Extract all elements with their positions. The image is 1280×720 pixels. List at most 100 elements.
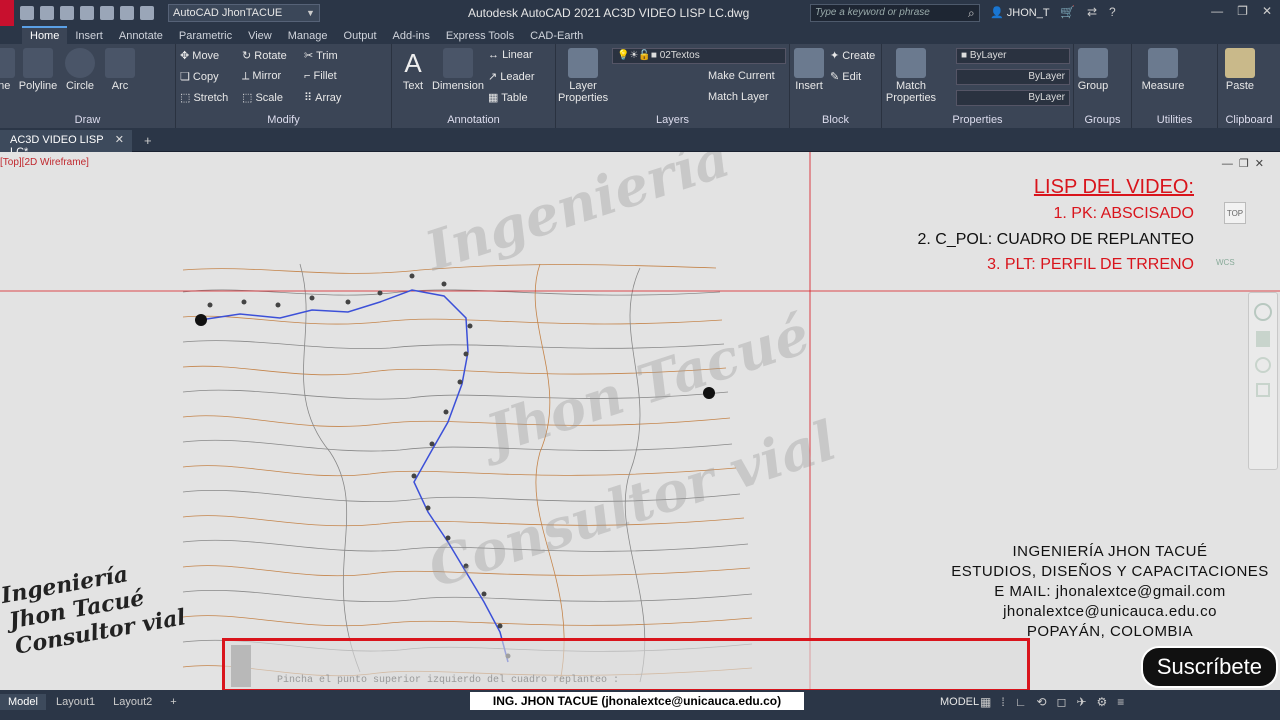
command-line-grip[interactable] [231, 645, 251, 687]
tab-output[interactable]: Output [336, 28, 385, 44]
user-account[interactable]: 👤 JHON_T [990, 6, 1050, 19]
create-block-button[interactable]: ✦ Create [830, 49, 875, 62]
insert-block-button[interactable]: Insert [792, 48, 826, 92]
print-icon[interactable] [100, 6, 114, 20]
tab-layout1[interactable]: Layout1 [48, 694, 103, 710]
workspace-dropdown[interactable]: AutoCAD JhonTACUE [168, 4, 320, 22]
tab-annotate[interactable]: Annotate [111, 28, 171, 44]
osnap-icon[interactable]: ◻ [1057, 695, 1067, 709]
tab-parametric[interactable]: Parametric [171, 28, 240, 44]
command-line[interactable]: Pincha el punto superior izquierdo del c… [222, 638, 1030, 690]
match-properties-button[interactable]: Match Properties [884, 48, 938, 104]
close-tab-icon[interactable]: ✕ [115, 133, 124, 146]
viewport-label[interactable]: [Top][2D Wireframe] [0, 157, 89, 168]
paste-button[interactable]: Paste [1222, 48, 1258, 92]
circle-button[interactable]: Circle [62, 48, 98, 92]
tab-insert[interactable]: Insert [67, 28, 111, 44]
copy-button[interactable]: ❏ Copy [180, 70, 219, 83]
mirror-button[interactable]: ⟂ Mirror [242, 70, 281, 83]
tab-manage[interactable]: Manage [280, 28, 336, 44]
table-button[interactable]: ▦ Table [488, 91, 528, 104]
command-prompt[interactable]: Pincha el punto superior izquierdo del c… [277, 675, 619, 686]
save-as-icon[interactable] [80, 6, 94, 20]
undo-icon[interactable] [120, 6, 134, 20]
layers-panel-label[interactable]: Layers [556, 114, 789, 126]
group-button[interactable]: Group [1076, 48, 1110, 92]
fillet-button[interactable]: ⌐ Fillet [304, 70, 337, 82]
new-tab-icon[interactable]: + [144, 133, 152, 148]
restore-icon[interactable]: ❐ [1237, 4, 1248, 18]
polyline-button[interactable]: Polyline [18, 48, 58, 92]
stretch-button[interactable]: ⬚ Stretch [180, 91, 228, 104]
snap-icon[interactable]: ⁞ [1001, 695, 1004, 709]
tab-express-tools[interactable]: Express Tools [438, 28, 522, 44]
modify-panel-label[interactable]: Modify [176, 114, 391, 126]
open-file-icon[interactable] [40, 6, 54, 20]
array-button[interactable]: ⠿ Array [304, 91, 341, 104]
block-panel-label[interactable]: Block [790, 114, 881, 126]
tab-layout2[interactable]: Layout2 [105, 694, 160, 710]
move-button[interactable]: ✥ Move [180, 49, 219, 62]
layer-stack-icon [568, 48, 598, 78]
viewport-controls[interactable]: —❐✕ [1222, 157, 1270, 170]
minimize-icon[interactable]: — [1211, 4, 1223, 18]
doc-tab-current[interactable]: AC3D VIDEO LISP LC*✕ [0, 130, 132, 158]
draw-panel-label[interactable]: Draw [0, 114, 175, 126]
cart-icon[interactable]: 🛒 [1060, 5, 1075, 19]
zoom-icon[interactable] [1255, 357, 1271, 373]
application-menu-button[interactable] [0, 0, 14, 26]
redo-icon[interactable] [140, 6, 154, 20]
layer-properties-button[interactable]: Layer Properties [558, 48, 608, 104]
search-icon[interactable]: ⌕ [968, 6, 975, 21]
navigation-bar[interactable] [1248, 292, 1278, 470]
close-icon[interactable]: ✕ [1262, 4, 1272, 18]
subscribe-button[interactable]: Suscríbete [1140, 646, 1278, 688]
polar-icon[interactable]: ⟲ [1036, 695, 1046, 709]
tab-model[interactable]: Model [0, 694, 46, 710]
annotation-scale-icon[interactable]: ✈ [1076, 695, 1086, 709]
tab-cad-earth[interactable]: CAD-Earth [522, 28, 591, 44]
match-layer-button[interactable]: Match Layer [708, 91, 769, 103]
steering-wheel-icon[interactable] [1254, 303, 1272, 321]
exchange-icon[interactable]: ⇄ [1087, 5, 1097, 19]
viewcube-top-face[interactable]: TOP [1224, 202, 1246, 224]
color-dropdown[interactable]: ■ ByLayer [956, 48, 1070, 64]
lineweight-dropdown[interactable]: ByLayer [956, 90, 1070, 106]
groups-panel-label[interactable]: Groups [1074, 114, 1131, 126]
search-input[interactable]: Type a keyword or phrase [810, 4, 980, 22]
measure-button[interactable]: Measure [1140, 48, 1186, 92]
line-button[interactable]: Line [0, 48, 18, 92]
pan-icon[interactable] [1256, 331, 1270, 347]
tab-home[interactable]: Home [22, 26, 68, 44]
scale-button[interactable]: ⬚ Scale [242, 91, 283, 104]
clipboard-panel-label[interactable]: Clipboard [1218, 114, 1280, 126]
help-icon[interactable]: ? [1109, 5, 1116, 19]
rotate-button[interactable]: ↻ Rotate [242, 49, 287, 62]
trim-button[interactable]: ✂ Trim [304, 49, 338, 62]
model-space-button[interactable]: MODEL [940, 696, 979, 708]
linetype-dropdown[interactable]: ByLayer [956, 69, 1070, 85]
leader-button[interactable]: ↗ Leader [488, 70, 535, 83]
tab-add-ins[interactable]: Add-ins [385, 28, 438, 44]
save-icon[interactable] [60, 6, 74, 20]
add-layout-icon[interactable]: + [162, 694, 184, 710]
tab-view[interactable]: View [240, 28, 280, 44]
layer-dropdown[interactable]: 💡☀🔓■ 02Textos [612, 48, 786, 64]
orbit-icon[interactable] [1256, 383, 1270, 397]
linear-button[interactable]: ↔ Linear [488, 49, 533, 61]
drawing-canvas[interactable]: Ingeniería Jhon Tacué Consultor vial [To… [0, 152, 1280, 690]
ortho-icon[interactable]: ∟ [1015, 695, 1027, 709]
customize-icon[interactable]: ≡ [1117, 695, 1124, 709]
workspace-switch-icon[interactable]: ⚙ [1097, 695, 1108, 709]
wcs-label[interactable]: WCS [1216, 258, 1235, 267]
properties-panel-label[interactable]: Properties [882, 114, 1073, 126]
grid-icon[interactable]: ▦ [980, 695, 991, 709]
edit-block-button[interactable]: ✎ Edit [830, 70, 861, 83]
utilities-panel-label[interactable]: Utilities [1132, 114, 1217, 126]
arc-button[interactable]: Arc [102, 48, 138, 92]
annotation-panel-label[interactable]: Annotation [392, 114, 555, 126]
text-button[interactable]: A Text [396, 48, 430, 92]
dimension-button[interactable]: Dimension [432, 48, 484, 92]
new-file-icon[interactable] [20, 6, 34, 20]
make-current-button[interactable]: Make Current [708, 70, 775, 82]
